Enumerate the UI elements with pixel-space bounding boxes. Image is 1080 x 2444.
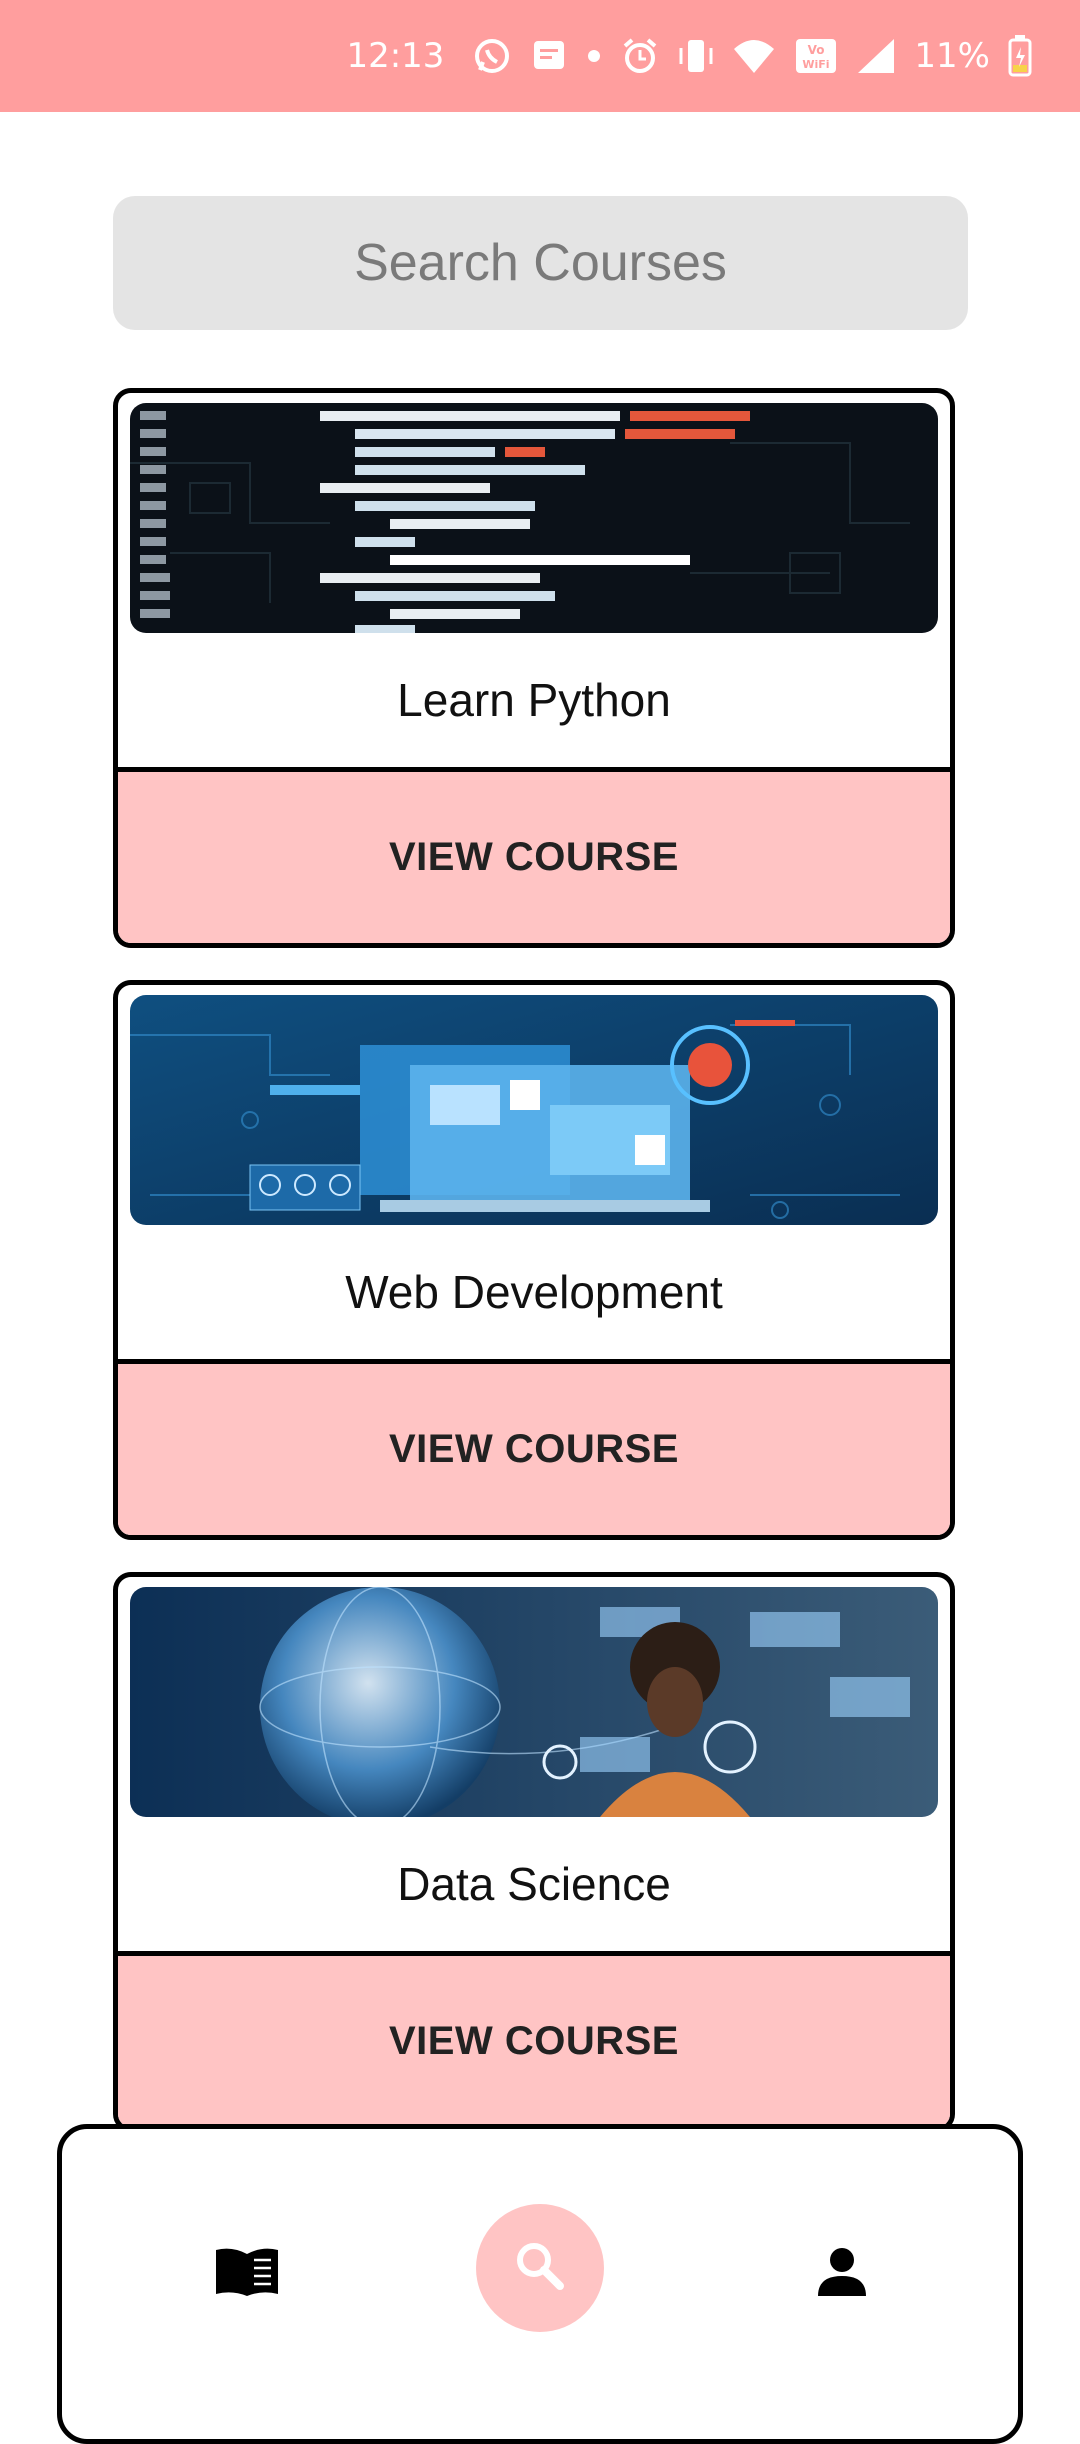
view-course-button[interactable]: VIEW COURSE	[118, 1359, 950, 1535]
battery-percent: 11%	[914, 36, 990, 76]
vowifi-icon: Vo WiFi	[794, 37, 838, 75]
course-title: Learn Python	[397, 674, 671, 726]
course-card-python: Learn Python VIEW COURSE	[113, 388, 955, 948]
nav-profile[interactable]	[797, 2229, 887, 2319]
battery-charging-icon	[1008, 35, 1032, 77]
whatsapp-icon	[472, 36, 512, 76]
course-title: Data Science	[397, 1858, 671, 1910]
signal-icon	[856, 37, 896, 75]
search-icon	[512, 2238, 568, 2299]
book-icon	[212, 2244, 282, 2305]
bottom-navigation	[57, 2124, 1023, 2444]
course-card-data-science: Data Science VIEW COURSE	[113, 1572, 955, 2132]
python-code-image	[130, 403, 938, 633]
course-card-web-development: Web Development VIEW COURSE	[113, 980, 955, 1540]
vibrate-icon	[678, 36, 714, 76]
globe-data-image	[130, 1587, 938, 1817]
status-bar: 12:13 Vo WiFi 11%	[0, 0, 1080, 112]
nav-courses[interactable]	[202, 2229, 292, 2319]
person-icon	[814, 2244, 870, 2305]
nav-search[interactable]	[476, 2204, 604, 2332]
message-icon	[530, 37, 568, 75]
view-course-button[interactable]: VIEW COURSE	[118, 1951, 950, 2127]
view-course-button[interactable]: VIEW COURSE	[118, 767, 950, 943]
web-dashboard-image	[130, 995, 938, 1225]
course-title: Web Development	[345, 1266, 723, 1318]
status-time: 12:13	[346, 36, 445, 76]
alarm-icon	[620, 36, 660, 76]
search-input[interactable]	[113, 196, 968, 330]
wifi-icon	[732, 37, 776, 75]
dot-icon	[586, 48, 602, 64]
svg-text:Vo: Vo	[808, 43, 825, 57]
svg-text:WiFi: WiFi	[803, 58, 830, 71]
